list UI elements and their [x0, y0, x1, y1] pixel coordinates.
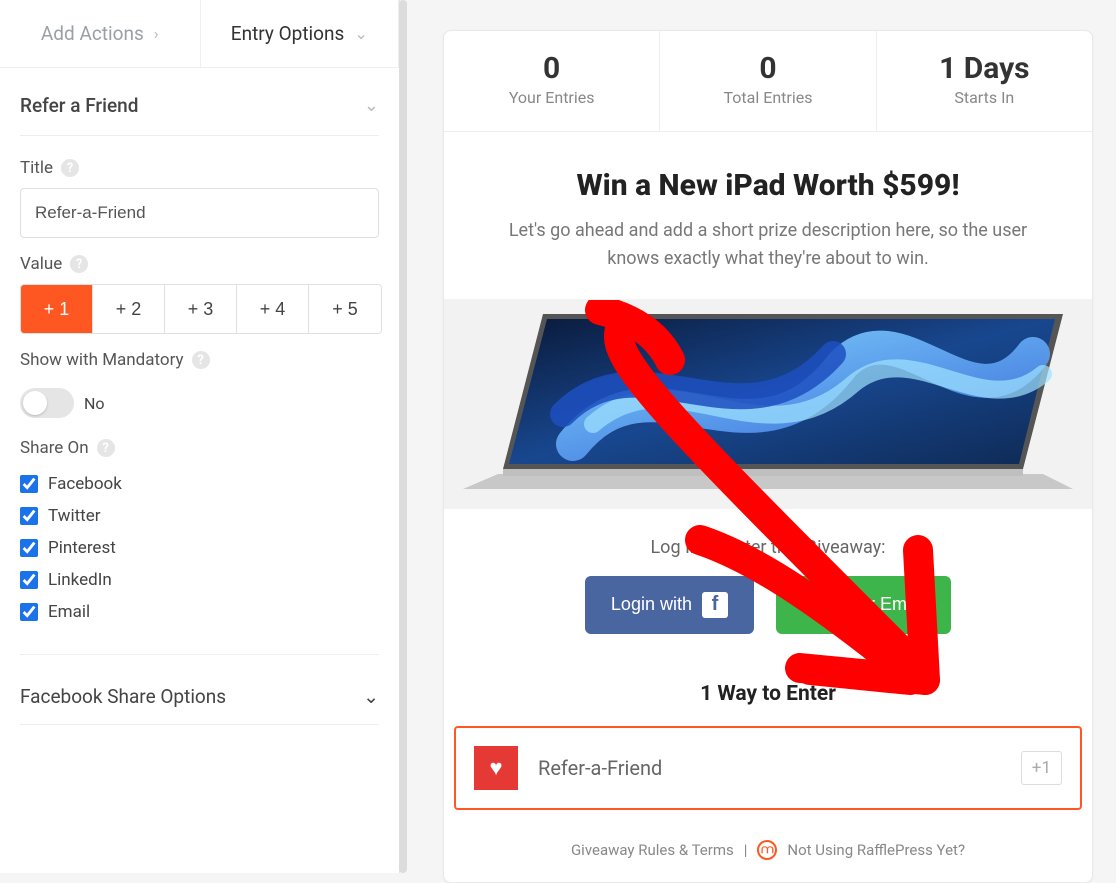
chevron-down-icon: ⌄ — [363, 685, 379, 708]
share-on-item-pinterest[interactable]: Pinterest — [20, 532, 379, 564]
stat-value: 0 — [670, 51, 865, 86]
checkbox[interactable] — [20, 539, 38, 557]
stat-label: Starts In — [887, 88, 1082, 107]
value-option-4[interactable]: + 4 — [237, 285, 309, 333]
preview-area: 0 Your Entries 0 Total Entries 1 Days St… — [400, 0, 1116, 873]
value-button-group: + 1 + 2 + 3 + 4 + 5 — [20, 284, 382, 334]
login-with-facebook-button[interactable]: Login with f — [585, 576, 754, 634]
help-icon[interactable]: ? — [192, 351, 210, 369]
entry-row-wrap: ♥ Refer-a-Friend +1 — [444, 726, 1092, 824]
giveaway-description: Let's go ahead and add a short prize des… — [444, 217, 1092, 299]
share-on-item-linkedin[interactable]: LinkedIn — [20, 564, 379, 596]
chevron-right-icon: › — [154, 24, 159, 43]
entry-value-badge: +1 — [1021, 751, 1062, 785]
section-title: Refer a Friend — [20, 94, 138, 117]
chevron-down-icon: ⌄ — [354, 24, 367, 43]
tab-add-actions[interactable]: Add Actions › — [0, 0, 200, 67]
tab-entry-options[interactable]: Entry Options ⌄ — [200, 0, 400, 67]
mandatory-label-row: Show with Mandatory ? — [20, 350, 379, 370]
value-option-1[interactable]: + 1 — [21, 285, 93, 333]
heart-icon: ♥ — [474, 746, 518, 790]
tablet-illustration — [444, 299, 1092, 509]
chevron-down-icon: ⌄ — [364, 95, 379, 116]
label-text: Show with Mandatory — [20, 350, 184, 370]
value-option-2[interactable]: + 2 — [93, 285, 165, 333]
stat-your-entries: 0 Your Entries — [444, 31, 660, 131]
help-icon[interactable]: ? — [97, 439, 115, 457]
stat-label: Your Entries — [454, 88, 649, 107]
section-refer-a-friend[interactable]: Refer a Friend ⌄ — [20, 88, 379, 136]
value-option-5[interactable]: + 5 — [309, 285, 381, 333]
share-on-item-email[interactable]: Email — [20, 596, 379, 628]
preview-footer: Giveaway Rules & Terms | ⩋ Not Using Raf… — [444, 824, 1092, 882]
check-label: LinkedIn — [48, 570, 112, 590]
giveaway-headline: Win a New iPad Worth $599! — [444, 132, 1092, 217]
tab-label: Entry Options — [231, 22, 345, 45]
share-on-item-facebook[interactable]: Facebook — [20, 468, 379, 500]
value-option-3[interactable]: + 3 — [165, 285, 237, 333]
rafflepress-promo-link[interactable]: Not Using RafflePress Yet? — [787, 841, 965, 859]
subsection-label: Facebook Share Options — [20, 685, 226, 708]
button-label: Use Your Email — [802, 594, 925, 615]
mandatory-toggle[interactable] — [20, 388, 74, 418]
stats-row: 0 Your Entries 0 Total Entries 1 Days St… — [444, 31, 1092, 132]
giveaway-rules-link[interactable]: Giveaway Rules & Terms — [571, 841, 734, 859]
use-your-email-button[interactable]: Use Your Email — [776, 576, 951, 634]
settings-sidebar: Add Actions › Entry Options ⌄ Refer a Fr… — [0, 0, 400, 873]
checkbox[interactable] — [20, 603, 38, 621]
share-on-item-twitter[interactable]: Twitter — [20, 500, 379, 532]
sidebar-tabs: Add Actions › Entry Options ⌄ — [0, 0, 399, 68]
stat-value: 1 Days — [887, 51, 1082, 86]
stat-value: 0 — [454, 51, 649, 86]
entry-refer-a-friend[interactable]: ♥ Refer-a-Friend +1 — [454, 726, 1082, 810]
checkbox[interactable] — [20, 507, 38, 525]
check-label: Facebook — [48, 474, 122, 494]
login-block: Log In to Enter this Giveaway: Login wit… — [444, 509, 1092, 658]
title-label-row: Title ? — [20, 158, 379, 178]
share-on-list: Facebook Twitter Pinterest LinkedIn Emai… — [20, 468, 379, 628]
value-label-row: Value ? — [20, 254, 379, 274]
label-text: Title — [20, 158, 53, 178]
button-label: Login with — [611, 594, 692, 615]
checkbox[interactable] — [20, 571, 38, 589]
mandatory-state-label: No — [84, 394, 105, 413]
stat-starts-in: 1 Days Starts In — [877, 31, 1092, 131]
help-icon[interactable]: ? — [61, 159, 79, 177]
entry-label: Refer-a-Friend — [538, 756, 1001, 780]
separator: | — [744, 841, 748, 859]
label-text: Share On — [20, 438, 89, 458]
check-label: Pinterest — [48, 538, 116, 558]
login-button-row: Login with f Use Your Email — [464, 576, 1072, 634]
checkbox[interactable] — [20, 475, 38, 493]
label-text: Value — [20, 254, 62, 274]
rafflepress-icon: ⩋ — [757, 840, 777, 860]
tab-label: Add Actions — [41, 22, 144, 45]
toggle-thumb — [23, 391, 47, 415]
title-input[interactable] — [20, 188, 379, 238]
mandatory-toggle-row: No — [20, 388, 105, 418]
divider — [20, 654, 379, 655]
giveaway-preview-card: 0 Your Entries 0 Total Entries 1 Days St… — [443, 30, 1093, 883]
share-on-label-row: Share On ? — [20, 438, 379, 458]
help-icon[interactable]: ? — [70, 255, 88, 273]
check-label: Twitter — [48, 506, 100, 526]
facebook-icon: f — [702, 592, 728, 618]
stat-label: Total Entries — [670, 88, 865, 107]
check-label: Email — [48, 602, 90, 622]
prize-image — [444, 299, 1092, 509]
ways-to-enter-title: 1 Way to Enter — [444, 658, 1092, 726]
login-label: Log In to Enter this Giveaway: — [464, 537, 1072, 558]
section-facebook-share-options[interactable]: Facebook Share Options ⌄ — [20, 681, 379, 725]
stat-total-entries: 0 Total Entries — [660, 31, 876, 131]
